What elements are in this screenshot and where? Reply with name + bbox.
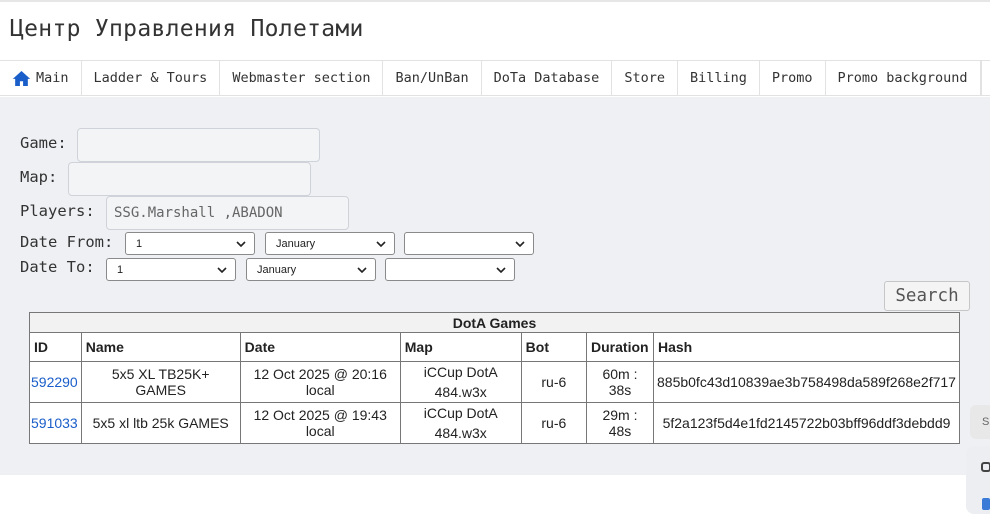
date-to-day-select[interactable]: 1: [106, 258, 236, 281]
nav-item-ladder-tours[interactable]: Ladder & Tours: [82, 61, 221, 95]
select-value: 1: [117, 263, 124, 276]
table-row: 592290 5x5 XL TB25K+ GAMES 12 Oct 2025 @…: [29, 361, 961, 403]
game-map-cell: iCCup DotA 484.w3x: [399, 402, 522, 444]
chevron-down-icon: [217, 266, 227, 273]
game-name-cell: 5x5 xl ltb 25k GAMES: [80, 402, 241, 444]
map-name: iCCup DotA: [423, 364, 498, 380]
game-label: Game:: [20, 134, 67, 152]
nav-item-webmaster-section[interactable]: Webmaster section: [220, 61, 384, 95]
game-duration-cell: 60m : 38s: [586, 361, 654, 403]
game-id-link[interactable]: 592290: [31, 374, 78, 390]
game-name-cell: 5x5 XL TB25K+ GAMES: [80, 361, 241, 403]
select-value: January: [257, 263, 297, 276]
column-header-bot: Bot: [520, 332, 588, 362]
chevron-down-icon: [496, 266, 506, 273]
main-navbar: Main Ladder & Tours Webmaster section Ba…: [0, 60, 990, 96]
date-from-year-select[interactable]: [404, 232, 534, 255]
map-name: iCCup DotA: [423, 405, 498, 421]
game-input[interactable]: [77, 128, 320, 162]
nav-item-empty: [980, 61, 990, 95]
column-header-map: Map: [399, 332, 522, 362]
search-button[interactable]: Search: [884, 281, 970, 311]
site-title: Центр Управления Полетами: [10, 16, 364, 42]
nav-item-main[interactable]: Main: [0, 61, 82, 95]
side-widget-tab[interactable]: S: [970, 405, 990, 439]
table-caption: DotA Games: [29, 312, 960, 333]
dota-games-table: DotA Games ID Name Date Map Bot Duration…: [29, 312, 961, 444]
game-duration-cell: 29m : 48s: [586, 402, 654, 444]
side-widget-panel[interactable]: [966, 446, 990, 514]
nav-item-label: Main: [36, 70, 69, 86]
nav-item-billing[interactable]: Billing: [678, 61, 760, 95]
column-header-id: ID: [29, 332, 82, 362]
nav-item-promo[interactable]: Promo: [760, 61, 826, 95]
column-header-name: Name: [80, 332, 241, 362]
widget-tab-icon: [982, 498, 990, 510]
game-id-cell: 591033: [29, 402, 82, 444]
date-from-label: Date From:: [20, 233, 114, 251]
game-hash-cell: 885b0fc43d10839ae3b758498da589f268e2f717: [652, 361, 961, 403]
select-value: 1: [136, 237, 143, 250]
chevron-down-icon: [236, 240, 246, 247]
game-id-link[interactable]: 591033: [31, 415, 78, 431]
nav-item-store[interactable]: Store: [612, 61, 678, 95]
game-date-cell: 12 Oct 2025 @ 19:43 local: [239, 402, 401, 444]
game-map-cell: iCCup DotA 484.w3x: [399, 361, 522, 403]
top-border-line: [0, 0, 990, 2]
players-input[interactable]: SSG.Marshall ,ABADON: [106, 196, 349, 230]
game-id-cell: 592290: [29, 361, 82, 403]
select-value: January: [276, 237, 316, 250]
column-header-hash: Hash: [652, 332, 961, 362]
nav-item-promo-background[interactable]: Promo background: [826, 61, 981, 95]
date-from-day-select[interactable]: 1: [125, 232, 255, 255]
map-input[interactable]: [68, 162, 311, 196]
players-label: Players:: [20, 202, 95, 220]
date-to-month-select[interactable]: January: [246, 258, 376, 281]
chevron-down-icon: [376, 240, 386, 247]
home-icon: [12, 70, 31, 86]
date-to-year-select[interactable]: [385, 258, 515, 281]
table-row: 591033 5x5 xl ltb 25k GAMES 12 Oct 2025 …: [29, 402, 961, 444]
nav-item-ban-unban[interactable]: Ban/UnBan: [383, 61, 482, 95]
chevron-down-icon: [357, 266, 367, 273]
column-header-date: Date: [239, 332, 401, 362]
game-bot-cell: ru-6: [520, 402, 588, 444]
chevron-down-icon: [515, 240, 525, 247]
game-hash-cell: 5f2a123f5d4e1fd2145722b03bff96ddf3debdd9: [652, 402, 961, 444]
game-date-cell: 12 Oct 2025 @ 20:16 local: [239, 361, 401, 403]
date-to-label: Date To:: [20, 258, 95, 276]
map-label: Map:: [20, 168, 58, 186]
map-file: 484.w3x: [434, 425, 487, 441]
map-file: 484.w3x: [434, 384, 487, 400]
widget-square-icon: [981, 462, 990, 472]
column-header-duration: Duration: [586, 332, 654, 362]
search-panel: Game: Map: Players: SSG.Marshall ,ABADON…: [0, 97, 990, 475]
game-bot-cell: ru-6: [520, 361, 588, 403]
date-from-month-select[interactable]: January: [265, 232, 395, 255]
nav-item-dota-database[interactable]: DoTa Database: [482, 61, 613, 95]
